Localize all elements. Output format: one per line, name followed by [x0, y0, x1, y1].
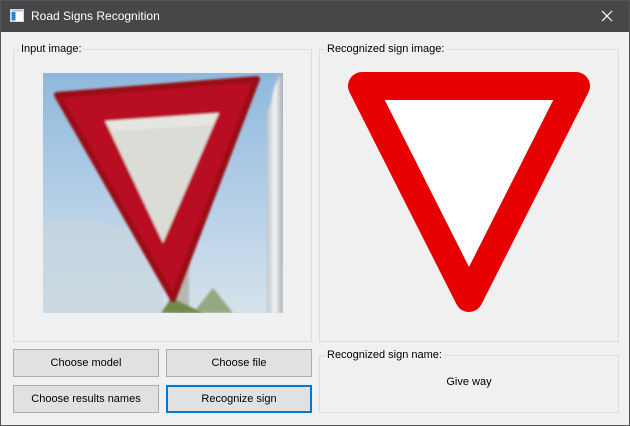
- recognized-sign-name-label: Recognized sign name:: [325, 349, 444, 361]
- recognized-sign-image-group: Recognized sign image:: [319, 43, 619, 342]
- close-button[interactable]: [585, 1, 629, 32]
- recognized-sign-image-label: Recognized sign image:: [325, 43, 447, 55]
- recognize-sign-button[interactable]: Recognize sign: [166, 385, 312, 413]
- window-title: Road Signs Recognition: [31, 9, 160, 23]
- input-image-group: Input image:: [13, 43, 312, 342]
- choose-results-names-button[interactable]: Choose results names: [13, 385, 159, 413]
- recognized-sign-name-value: Give way: [446, 376, 492, 388]
- recognized-sign-image: [348, 72, 590, 312]
- choose-model-button[interactable]: Choose model: [13, 349, 159, 377]
- input-image-photo: [43, 73, 283, 313]
- main-window: Road Signs Recognition Input image: Reco…: [0, 0, 630, 426]
- title-bar[interactable]: Road Signs Recognition: [1, 1, 629, 32]
- close-icon: [601, 10, 613, 22]
- recognized-sign-name-group: Recognized sign name: Give way: [319, 349, 619, 413]
- input-image-label: Input image:: [19, 43, 84, 55]
- app-window-icon: [10, 9, 24, 22]
- choose-file-button[interactable]: Choose file: [166, 349, 312, 377]
